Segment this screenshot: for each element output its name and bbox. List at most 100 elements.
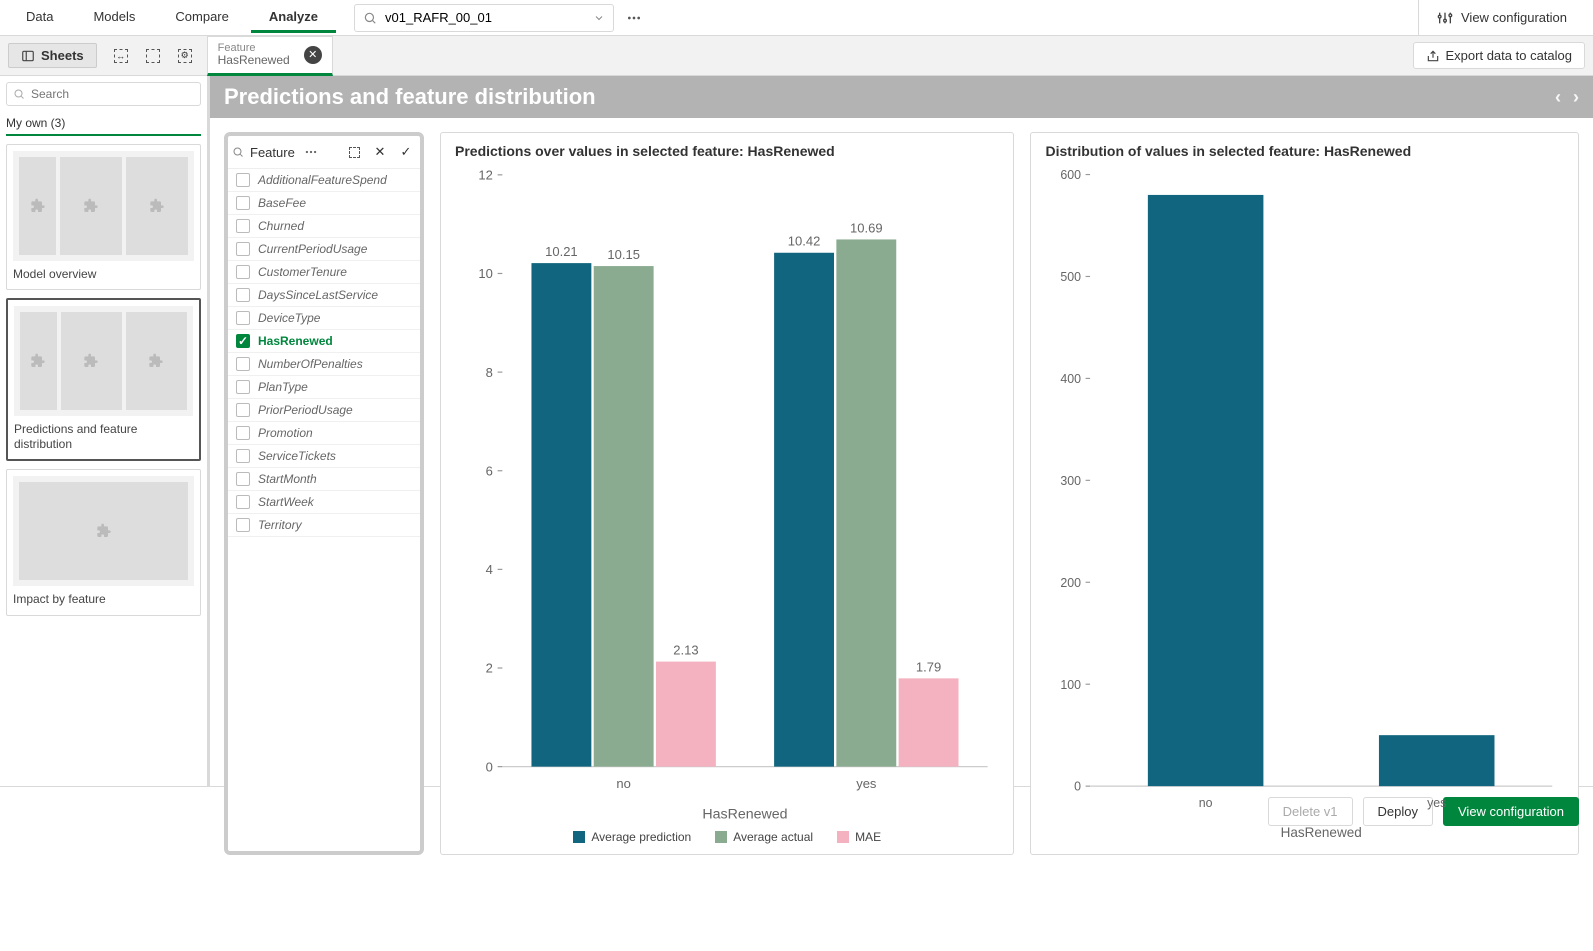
- checkbox-icon: ✓: [236, 334, 250, 348]
- checkbox-icon: [236, 288, 250, 302]
- search-icon: [13, 88, 25, 100]
- bar[interactable]: [531, 263, 591, 767]
- sheet-thumb-title: Impact by feature: [13, 592, 194, 606]
- nav-tab-compare[interactable]: Compare: [157, 2, 246, 33]
- svg-text:10.15: 10.15: [607, 247, 640, 262]
- export-catalog-button[interactable]: Export data to catalog: [1413, 42, 1585, 69]
- feature-item[interactable]: StartMonth: [228, 468, 420, 491]
- feature-item[interactable]: PlanType: [228, 376, 420, 399]
- svg-text:10: 10: [478, 266, 492, 281]
- checkbox-icon: [236, 357, 250, 371]
- svg-text:yes: yes: [1428, 796, 1447, 810]
- bar[interactable]: [656, 662, 716, 767]
- checkbox-icon: [236, 311, 250, 325]
- feature-confirm-button[interactable]: ✓: [396, 142, 416, 162]
- feature-panel-head: Feature ✕ ✓: [228, 136, 420, 169]
- bar[interactable]: [836, 239, 896, 766]
- checkbox-icon: [236, 495, 250, 509]
- chip-value: HasRenewed: [218, 54, 290, 67]
- distribution-chart-card: Distribution of values in selected featu…: [1030, 132, 1579, 855]
- next-sheet-button[interactable]: ›: [1573, 87, 1579, 108]
- feature-item[interactable]: DaysSinceLastService: [228, 284, 420, 307]
- feature-item-label: StartWeek: [258, 495, 314, 509]
- select-tool-1[interactable]: ↔: [107, 42, 135, 70]
- legend-swatch: [573, 831, 585, 843]
- checkbox-icon: [236, 403, 250, 417]
- feature-item-label: DaysSinceLastService: [258, 288, 378, 302]
- nav-tab-analyze[interactable]: Analyze: [251, 2, 336, 33]
- sheet-search-input[interactable]: [29, 86, 194, 102]
- select-tool-2[interactable]: [139, 42, 167, 70]
- legend-item[interactable]: Average prediction: [573, 830, 691, 844]
- model-search-input[interactable]: [383, 9, 593, 26]
- prev-sheet-button[interactable]: ‹: [1555, 87, 1561, 108]
- svg-text:100: 100: [1061, 678, 1082, 692]
- legend-item[interactable]: MAE: [837, 830, 881, 844]
- feature-item[interactable]: DeviceType: [228, 307, 420, 330]
- feature-item[interactable]: Promotion: [228, 422, 420, 445]
- more-menu-button[interactable]: [626, 10, 642, 26]
- sheets-button[interactable]: Sheets: [8, 43, 97, 68]
- puzzle-icon: [148, 353, 164, 369]
- feature-item[interactable]: ✓ HasRenewed: [228, 330, 420, 353]
- sheet-thumb-title: Predictions and feature distribution: [14, 422, 193, 451]
- applied-filter-chip[interactable]: Feature HasRenewed ✕: [207, 36, 333, 76]
- nav-tab-models[interactable]: Models: [75, 2, 153, 33]
- feature-item[interactable]: CustomerTenure: [228, 261, 420, 284]
- search-icon: [232, 146, 244, 158]
- feature-item-label: AdditionalFeatureSpend: [258, 173, 387, 187]
- svg-text:200: 200: [1061, 576, 1082, 590]
- bar[interactable]: [774, 253, 834, 767]
- svg-text:10.42: 10.42: [788, 234, 821, 249]
- feature-item[interactable]: PriorPeriodUsage: [228, 399, 420, 422]
- legend-swatch: [837, 831, 849, 843]
- bar[interactable]: [1148, 195, 1264, 786]
- feature-item-label: CustomerTenure: [258, 265, 347, 279]
- feature-item[interactable]: BaseFee: [228, 192, 420, 215]
- sheet-search[interactable]: [6, 82, 201, 106]
- select-tool-3[interactable]: ⚙: [171, 42, 199, 70]
- sheet-thumb[interactable]: Predictions and feature distribution: [6, 298, 201, 461]
- sheets-label: Sheets: [41, 48, 84, 63]
- feature-item-label: PriorPeriodUsage: [258, 403, 353, 417]
- feature-item[interactable]: Churned: [228, 215, 420, 238]
- predictions-chart[interactable]: 02468101210.2110.152.13no10.4210.691.79y…: [455, 163, 999, 826]
- feature-item[interactable]: CurrentPeriodUsage: [228, 238, 420, 261]
- panel-left-icon: [21, 49, 35, 63]
- feature-item-label: HasRenewed: [258, 334, 333, 348]
- distribution-chart[interactable]: 0100200300400500600noyesHasRenewed: [1045, 163, 1564, 844]
- feature-select-tool[interactable]: [344, 142, 364, 162]
- sliders-icon: [1437, 10, 1453, 26]
- legend-label: MAE: [855, 830, 881, 844]
- feature-item[interactable]: Territory: [228, 514, 420, 537]
- bar[interactable]: [594, 266, 654, 767]
- sheet-thumb[interactable]: Impact by feature: [6, 469, 201, 615]
- puzzle-icon: [30, 198, 46, 214]
- feature-item[interactable]: NumberOfPenalties: [228, 353, 420, 376]
- feature-item-label: Churned: [258, 219, 304, 233]
- svg-text:1.79: 1.79: [916, 659, 941, 674]
- model-search[interactable]: [354, 4, 614, 32]
- legend-label: Average actual: [733, 830, 813, 844]
- svg-text:6: 6: [486, 463, 493, 478]
- feature-close-button[interactable]: ✕: [370, 142, 390, 162]
- feature-more-button[interactable]: [301, 142, 321, 162]
- feature-item[interactable]: StartWeek: [228, 491, 420, 514]
- nav-tab-data[interactable]: Data: [8, 2, 71, 33]
- view-config-label: View configuration: [1461, 10, 1567, 25]
- svg-text:12: 12: [478, 168, 492, 183]
- sheets-tab-myown[interactable]: My own (3): [6, 116, 201, 136]
- svg-text:400: 400: [1061, 372, 1082, 386]
- svg-text:600: 600: [1061, 168, 1082, 182]
- feature-item[interactable]: AdditionalFeatureSpend: [228, 169, 420, 192]
- chevron-down-icon[interactable]: [593, 12, 605, 24]
- feature-item-label: DeviceType: [258, 311, 320, 325]
- view-config-button[interactable]: View configuration: [1418, 0, 1585, 36]
- sheet-thumb[interactable]: Model overview: [6, 144, 201, 290]
- predictions-chart-card: Predictions over values in selected feat…: [440, 132, 1014, 855]
- bar[interactable]: [1379, 735, 1495, 786]
- feature-item[interactable]: ServiceTickets: [228, 445, 420, 468]
- chip-close-icon[interactable]: ✕: [304, 46, 322, 64]
- bar[interactable]: [899, 678, 959, 766]
- legend-item[interactable]: Average actual: [715, 830, 813, 844]
